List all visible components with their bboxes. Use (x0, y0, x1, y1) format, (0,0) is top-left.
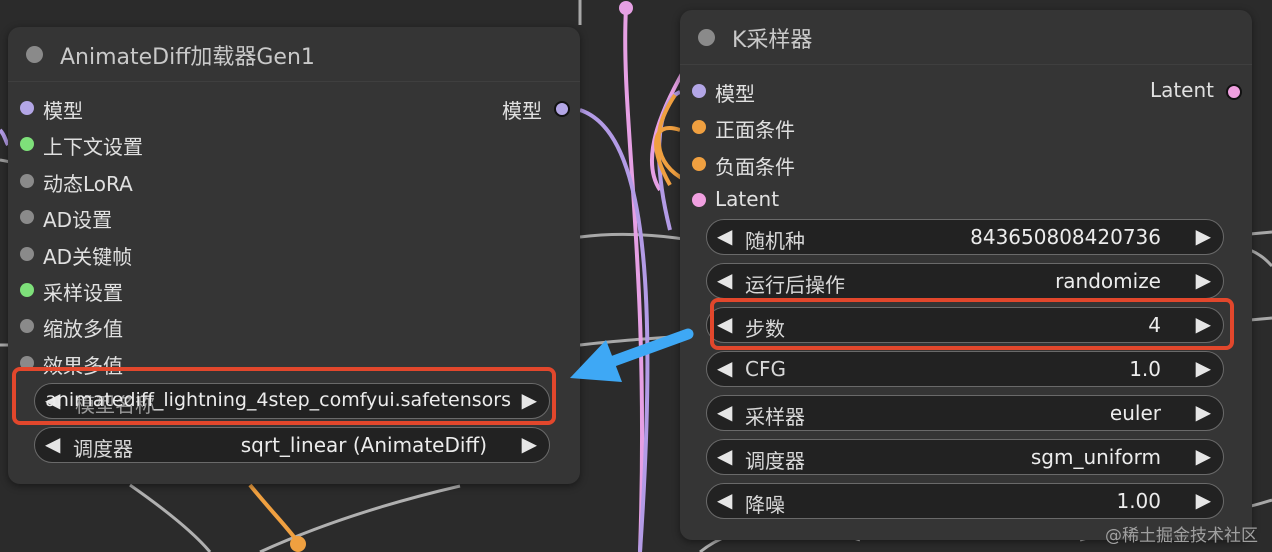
input-port-icon[interactable] (20, 319, 34, 334)
wire-gray-3 (1249, 230, 1272, 236)
input-port-icon[interactable] (692, 120, 706, 135)
input-port-icon[interactable] (20, 101, 34, 115)
decrement-arrow-icon[interactable]: ◀ (717, 488, 732, 512)
increment-arrow-icon[interactable]: ▶ (522, 388, 537, 412)
widget-label: 降噪 (745, 493, 785, 517)
input-row: 负面条件 (690, 149, 950, 179)
input-label: AD关键帧 (43, 244, 133, 269)
widget-1[interactable]: ◀ 运行后操作 randomize ▶ (706, 263, 1224, 299)
input-label: 模型 (43, 99, 83, 123)
wire-gray-7 (259, 484, 461, 552)
widget-value[interactable]: euler (1110, 401, 1161, 425)
wire-gray-4 (1249, 316, 1272, 322)
widget-value[interactable]: animatediff_lightning_4step_comfyui.safe… (45, 389, 511, 411)
input-port-icon[interactable] (20, 283, 34, 297)
wire-pink-node (619, 1, 633, 15)
input-row: 上下文设置 (18, 129, 278, 159)
increment-arrow-icon[interactable]: ▶ (1196, 488, 1211, 512)
widget-3[interactable]: ◀ CFG 1.0 ▶ (706, 351, 1224, 387)
wire-orange-node (290, 536, 306, 552)
wire-gray-6 (129, 483, 212, 552)
widget-0[interactable]: ◀ 随机种 843650808420736 ▶ (706, 219, 1224, 255)
input-label: 正面条件 (715, 118, 795, 143)
decrement-arrow-icon[interactable]: ◀ (717, 356, 732, 380)
increment-arrow-icon[interactable]: ▶ (1196, 224, 1211, 248)
watermark: @稀土掘金技术社区 (1105, 526, 1258, 546)
output-row: 模型 (452, 93, 572, 123)
decrement-arrow-icon[interactable]: ◀ (717, 268, 732, 292)
node-header[interactable]: AnimateDiff加载器Gen1 (8, 27, 580, 82)
output-label: Latent (1149, 78, 1214, 102)
input-row: Latent (690, 185, 950, 215)
decrement-arrow-icon[interactable]: ◀ (717, 400, 732, 424)
input-row: AD设置 (18, 202, 278, 232)
input-label: 上下文设置 (43, 135, 143, 160)
widget-value[interactable]: 843650808420736 (970, 225, 1161, 249)
input-port-icon[interactable] (20, 210, 34, 225)
input-label: AD设置 (43, 208, 113, 233)
output-port-icon[interactable] (1226, 84, 1242, 100)
widget-value[interactable]: randomize (1055, 269, 1161, 293)
node-title: AnimateDiff加载器Gen1 (60, 45, 315, 70)
highlight-steps (710, 298, 1234, 350)
input-port-icon[interactable] (20, 137, 34, 152)
input-port-icon[interactable] (20, 246, 34, 261)
wire-purple-3 (0, 128, 10, 147)
decrement-arrow-icon[interactable]: ◀ (717, 444, 732, 468)
increment-arrow-icon[interactable]: ▶ (1196, 268, 1211, 292)
input-row: 采样设置 (18, 275, 278, 305)
ksampler-node[interactable]: K采样器 模型正面条件负面条件 Latent Latent ◀ 随机种 8436508… (680, 10, 1252, 540)
increment-arrow-icon[interactable]: ▶ (1196, 444, 1211, 468)
input-row: 动态LoRA (18, 166, 278, 196)
node-header[interactable]: K采样器 (680, 10, 1252, 65)
widget-label: CFG (745, 357, 786, 381)
input-port-icon[interactable] (692, 84, 706, 98)
input-row: 缩放多值 (18, 311, 278, 341)
input-label: 负面条件 (715, 154, 795, 179)
input-port-icon[interactable] (20, 173, 34, 188)
collapse-dot-icon[interactable] (26, 46, 43, 63)
callout-arrow-icon (570, 328, 694, 382)
input-row: AD关键帧 (18, 239, 278, 269)
wire-gray-5 (1249, 248, 1272, 268)
widget-label: 采样器 (745, 405, 805, 429)
input-label: Latent (715, 187, 780, 212)
widget-value[interactable]: sqrt_linear (AnimateDiff) (241, 433, 487, 457)
collapse-dot-icon[interactable] (698, 29, 715, 46)
wire-orange-3 (248, 483, 302, 547)
input-label: 模型 (715, 82, 755, 106)
wire-pink-1 (623, 7, 645, 552)
output-row: Latent (1104, 76, 1244, 106)
increment-arrow-icon[interactable]: ▶ (522, 432, 537, 456)
node-title: K采样器 (732, 28, 813, 53)
widget-4[interactable]: ◀ 采样器 euler ▶ (706, 395, 1224, 431)
widget-value[interactable]: sgm_uniform (1031, 445, 1161, 469)
widget-label: 调度器 (745, 449, 805, 473)
widget-label: 运行后操作 (745, 273, 845, 297)
widget-5[interactable]: ◀ 调度器 sgm_uniform ▶ (706, 439, 1224, 475)
input-port-icon[interactable] (692, 193, 706, 208)
input-row: 模型 (690, 76, 950, 106)
output-label: 模型 (502, 99, 542, 123)
widget-6[interactable]: ◀ 降噪 1.00 ▶ (706, 483, 1224, 519)
input-row: 模型 (18, 93, 278, 123)
input-row: 正面条件 (690, 112, 950, 142)
input-label: 动态LoRA (43, 171, 133, 196)
output-port-icon[interactable] (554, 101, 570, 117)
widget-label: 随机种 (745, 229, 805, 253)
increment-arrow-icon[interactable]: ▶ (1196, 356, 1211, 380)
widget-value[interactable]: 1.00 (1116, 489, 1161, 513)
widget-value[interactable]: 1.0 (1129, 357, 1161, 381)
widget-1[interactable]: ◀ 调度器 sqrt_linear (AnimateDiff) ▶ (34, 427, 550, 463)
increment-arrow-icon[interactable]: ▶ (1196, 400, 1211, 424)
widget-label: 调度器 (73, 437, 133, 461)
input-label: 采样设置 (43, 281, 123, 305)
input-label: 缩放多值 (43, 317, 123, 342)
decrement-arrow-icon[interactable]: ◀ (717, 224, 732, 248)
decrement-arrow-icon[interactable]: ◀ (45, 432, 60, 456)
input-port-icon[interactable] (692, 156, 706, 171)
